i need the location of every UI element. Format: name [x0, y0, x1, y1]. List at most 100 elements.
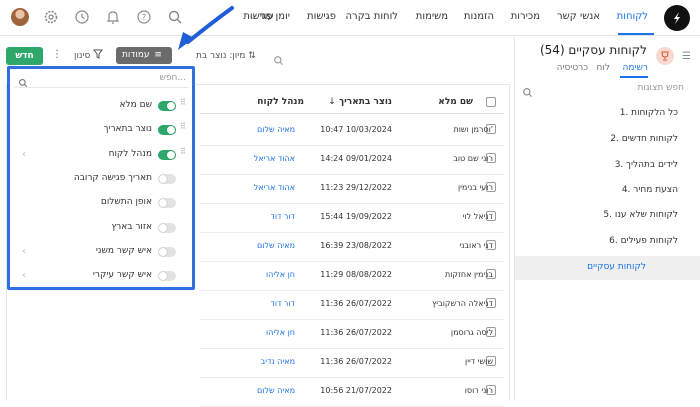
row-full-name[interactable]: רוני רוסו [465, 386, 493, 395]
column-visibility-toggle[interactable] [158, 173, 176, 184]
column-toggle-row[interactable]: ⠿ שם מלא [10, 98, 192, 114]
sidebar-item-all-customers[interactable]: 1. כל הלקוחות [620, 108, 678, 118]
nav-orders[interactable]: הזמנות [464, 11, 494, 22]
column-header-manager[interactable]: מנהל לקוח [257, 97, 304, 107]
sidebar-item-leads-in-progress[interactable]: 3. לידים בתהליך [615, 160, 678, 170]
row-full-name[interactable]: בנימין אחזקות [445, 270, 493, 279]
nav-contacts[interactable]: אנשי קשר [557, 11, 600, 22]
nav-more[interactable]: ⌵ עוד [250, 11, 274, 22]
drag-handle-icon[interactable]: ⠿ [180, 99, 186, 110]
column-toggle-label: נוצר בתאריך [103, 124, 152, 135]
row-divider [200, 319, 504, 320]
row-full-name[interactable]: דניאלה הרשקוביץ [432, 299, 493, 308]
panel-search-input[interactable]: חפש... [160, 73, 186, 83]
row-account-manager[interactable]: מאיה שלום [257, 241, 295, 250]
tab-board[interactable]: לוח [597, 63, 610, 73]
history-icon[interactable] [74, 9, 90, 25]
column-toggle-row[interactable]: ⠿ מנהל לקוח ‹ [10, 147, 192, 163]
columns-button[interactable]: עמודות ≡ [116, 47, 172, 64]
row-full-name[interactable]: שושי דיין [465, 357, 493, 366]
row-account-manager[interactable]: דור דוד [270, 212, 295, 221]
columns-panel: חפש... ⠿ שם מלא ⠿ נוצר בתאריך ⠿ מנהל לקוח ‹ תאר… [7, 66, 195, 290]
row-account-manager[interactable]: מאיה נדיב [261, 357, 295, 366]
nav-customers[interactable]: לקוחות [617, 11, 648, 22]
sidebar-search[interactable]: חפש תצוגות [520, 80, 692, 98]
more-options-icon[interactable]: ⋮ [52, 49, 62, 60]
column-visibility-toggle[interactable] [158, 198, 176, 209]
row-created-date: 11:36 26/07/2022 [320, 357, 392, 366]
nav-sales[interactable]: מכירות [511, 11, 540, 22]
column-toggle-label: איש קשר עיקרי [92, 270, 152, 281]
column-toggle-row[interactable]: איש קשר משני ‹ [10, 244, 192, 260]
bell-icon[interactable] [105, 9, 121, 25]
row-account-manager[interactable]: אהוד אריאל [254, 154, 295, 163]
row-divider [200, 174, 504, 175]
row-created-date: 10:56 21/07/2022 [320, 386, 392, 395]
column-visibility-toggle[interactable] [158, 271, 176, 282]
row-divider [200, 377, 504, 378]
sidebar-item-unanswered[interactable]: 5. לקוחות שלא ענו [603, 210, 678, 220]
row-created-date: 11:29 08/08/2022 [320, 270, 392, 279]
chevron-left-icon[interactable]: ‹ [22, 246, 30, 257]
row-account-manager[interactable]: מאיה שלום [257, 386, 295, 395]
logo-icon[interactable] [664, 5, 690, 31]
settings-icon[interactable] [43, 9, 59, 25]
row-divider [200, 290, 504, 291]
column-toggle-row[interactable]: אזור בארץ [10, 220, 192, 236]
avatar[interactable] [11, 8, 29, 26]
row-full-name[interactable]: רוני שם טוב [453, 154, 493, 163]
column-header-created[interactable]: ↓ נוצר בתאריך [328, 97, 392, 107]
new-button-label: חדש [15, 51, 34, 61]
column-visibility-toggle[interactable] [158, 222, 176, 233]
column-toggle-row[interactable]: איש קשר עיקרי ‹ [10, 268, 192, 284]
toggle-knob [159, 199, 167, 208]
row-full-name[interactable]: דני ראובני [459, 241, 493, 250]
column-toggle-row[interactable]: ⠿ נוצר בתאריך [10, 122, 192, 138]
row-created-date: 11:36 26/07/2022 [320, 299, 392, 308]
row-account-manager[interactable]: חן אליהו [266, 328, 295, 337]
view-tab-underline [620, 76, 648, 78]
nav-meetings[interactable]: פגישות [307, 11, 336, 22]
row-full-name[interactable]: וסרמן ושות' [453, 125, 493, 134]
column-visibility-toggle[interactable] [158, 149, 176, 160]
tab-cards[interactable]: כרטיסיה [557, 63, 588, 73]
trophy-icon [656, 47, 674, 65]
row-account-manager[interactable]: מאיה שלום [257, 125, 295, 134]
chevron-left-icon[interactable]: ‹ [22, 149, 30, 160]
column-visibility-toggle[interactable] [158, 246, 176, 257]
sidebar-search-input[interactable]: חפש תצוגות [637, 83, 684, 93]
sidebar-item-business-customers[interactable]: לקוחות עסקיים [587, 262, 646, 272]
nav-dashboards[interactable]: לוחות בקרה [346, 11, 398, 22]
row-full-name[interactable]: רועי בנימין [458, 183, 493, 192]
sidebar-item-price-quote[interactable]: 4. הצעת מחיר [622, 185, 678, 195]
row-divider [200, 145, 504, 146]
select-all-checkbox[interactable] [486, 97, 496, 107]
row-account-manager[interactable]: אהוד אריאל [254, 183, 295, 192]
column-toggle-row[interactable]: תאריך פגישה קרובה [10, 171, 192, 187]
row-full-name[interactable]: דניאל לוי [463, 212, 493, 221]
column-toggle-row[interactable]: אופן התשלום [10, 195, 192, 211]
row-account-manager[interactable]: דור דוד [270, 299, 295, 308]
chevron-left-icon[interactable]: ‹ [22, 270, 30, 281]
sidebar-item-active-customers[interactable]: 6. לקוחות פעילים [609, 236, 678, 246]
drag-handle-icon[interactable]: ⠿ [180, 123, 186, 134]
row-divider [200, 232, 504, 233]
menu-icon[interactable]: ☰ [682, 51, 691, 62]
row-full-name[interactable]: ליסה גרוסמן [451, 328, 493, 337]
nav-tasks[interactable]: משימות [416, 11, 448, 22]
row-account-manager[interactable]: חן אליהו [266, 270, 295, 279]
table-search-icon[interactable] [273, 51, 284, 66]
chevron-down-icon: ⌵ [250, 12, 257, 21]
filter-icon [93, 49, 104, 59]
tab-list[interactable]: רשימה [623, 63, 648, 73]
row-divider [200, 348, 504, 349]
filter-button[interactable]: סינון [74, 49, 104, 61]
sidebar-item-new-customers[interactable]: 2. לקוחות חדשים [610, 134, 678, 144]
drag-handle-icon[interactable]: ⠿ [180, 147, 186, 159]
column-visibility-toggle[interactable] [158, 125, 176, 136]
row-divider [200, 261, 504, 262]
new-button[interactable]: חדש [6, 47, 43, 65]
column-visibility-toggle[interactable] [158, 101, 176, 111]
help-icon[interactable]: ? [136, 9, 152, 25]
column-header-full-name[interactable]: שם מלא [438, 97, 473, 107]
